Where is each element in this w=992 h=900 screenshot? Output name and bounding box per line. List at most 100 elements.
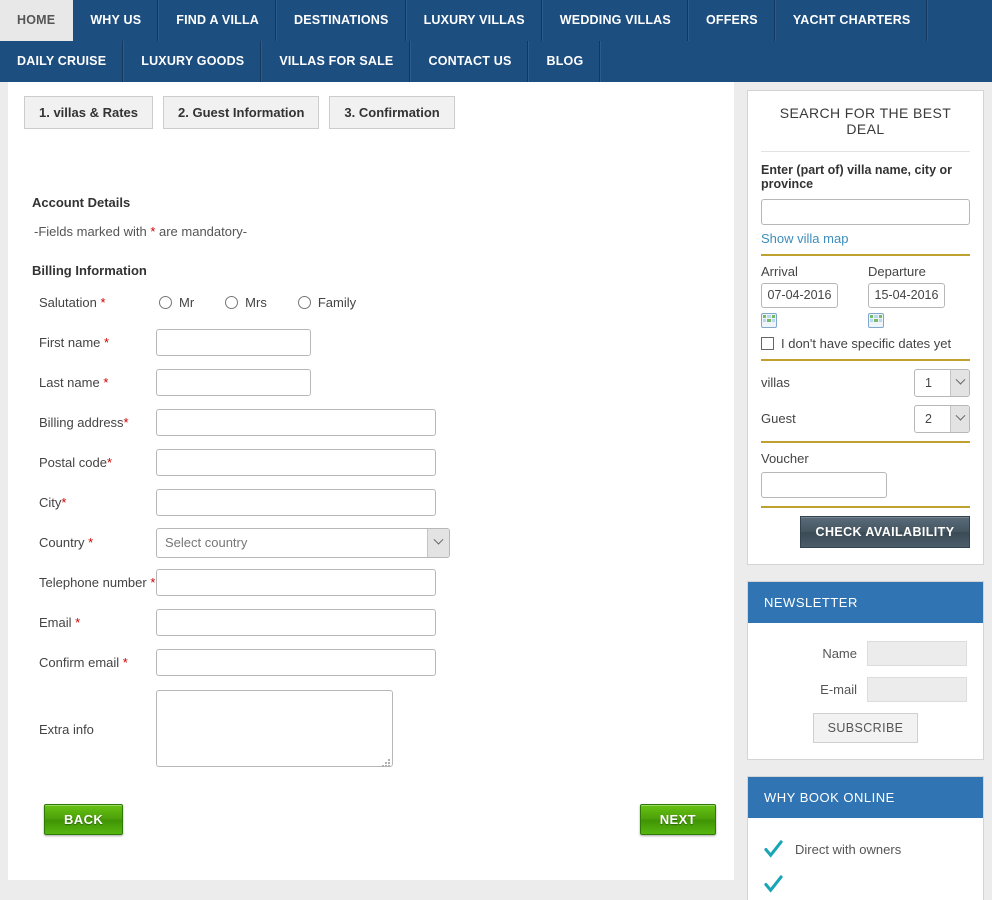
last-name-label: Last name *	[39, 375, 156, 391]
nav-item-luxury-goods[interactable]: LUXURY GOODS	[124, 41, 263, 82]
voucher-label: Voucher	[761, 450, 809, 466]
show-villa-map-link[interactable]: Show villa map	[761, 231, 848, 246]
field-row-last-name: Last name *	[8, 367, 734, 398]
billing-address-input[interactable]	[156, 409, 436, 436]
step-tab-confirmation[interactable]: 3. Confirmation	[329, 96, 455, 129]
field-row-billing-address: Billing address*	[8, 407, 734, 438]
nav-item-daily-cruise[interactable]: DAILY CRUISE	[0, 41, 125, 82]
first-name-label-text: First name	[39, 334, 105, 350]
next-button[interactable]: NEXT	[639, 804, 716, 835]
email-input[interactable]	[156, 609, 436, 636]
list-item: Direct with owners	[764, 840, 967, 859]
why-book-online-panel: WHY BOOK ONLINE Direct with owners	[747, 775, 984, 900]
city-label-text: City	[39, 494, 62, 510]
newsletter-email-label: E-mail	[820, 681, 857, 697]
sidebar: SEARCH FOR THE BEST DEAL Enter (part of)…	[747, 82, 984, 900]
required-asterisk: *	[100, 294, 106, 310]
arrival-calendar-wrapper	[761, 312, 846, 328]
postal-code-input[interactable]	[156, 449, 436, 476]
guest-select[interactable]: 2	[914, 404, 970, 433]
check-availability-button[interactable]: CHECK AVAILABILITY	[800, 515, 970, 548]
radio-label: Mrs	[245, 295, 267, 310]
villa-search-input[interactable]	[761, 198, 970, 225]
salutation-radio-group: Mr Mrs Family	[159, 295, 356, 310]
email-label-text: Email	[39, 614, 76, 630]
no-specific-dates-checkbox[interactable]: I don't have specific dates yet	[761, 336, 970, 351]
step-tab-guest-information[interactable]: 2. Guest Information	[163, 96, 320, 129]
nav-item-why-us[interactable]: WHY US	[73, 0, 160, 41]
step-tab-villas-rates[interactable]: 1. villas & Rates	[24, 96, 153, 129]
country-label-text: Country	[39, 534, 89, 550]
first-name-label: First name *	[39, 335, 156, 351]
nav-item-contact-us[interactable]: CONTACT US	[411, 41, 530, 82]
telephone-input[interactable]	[156, 569, 436, 596]
newsletter-panel: NEWSLETTER Name E-mail SUBSCRIBE	[747, 580, 984, 760]
date-fields: Arrival Departure	[761, 264, 970, 308]
newsletter-email-input[interactable]	[867, 676, 967, 702]
newsletter-name-input[interactable]	[867, 640, 967, 666]
arrival-column: Arrival	[761, 264, 846, 308]
departure-date-input[interactable]	[868, 282, 945, 308]
country-select[interactable]: Select country	[156, 527, 450, 558]
guest-select-value: 2	[925, 411, 932, 426]
nav-item-offers[interactable]: OFFERS	[689, 0, 776, 41]
mandatory-note-post: are mandatory-	[155, 224, 248, 239]
newsletter-name-row: Name	[764, 640, 967, 666]
radio-circle-icon	[225, 296, 239, 309]
radio-salutation-family[interactable]: Family	[297, 295, 357, 310]
last-name-input[interactable]	[156, 369, 311, 396]
city-label: City*	[39, 495, 156, 511]
villa-search-label: Enter (part of) villa name, city or prov…	[761, 163, 953, 192]
field-row-first-name: First name *	[8, 327, 734, 358]
nav-item-destinations[interactable]: DESTINATIONS	[277, 0, 407, 41]
nav-label: WHY US	[90, 13, 142, 27]
calendar-icon[interactable]	[761, 312, 777, 328]
required-asterisk: *	[103, 374, 109, 390]
back-button[interactable]: BACK	[44, 804, 124, 835]
nav-label: DAILY CRUISE	[17, 54, 107, 68]
voucher-input[interactable]	[761, 471, 887, 498]
telephone-label: Telephone number *	[39, 575, 156, 591]
newsletter-email-row: E-mail	[764, 676, 967, 702]
email-label: Email *	[39, 615, 156, 631]
nav-item-luxury-villas[interactable]: LUXURY VILLAS	[407, 0, 543, 41]
radio-salutation-mr[interactable]: Mr	[159, 295, 194, 310]
radio-circle-icon	[159, 296, 172, 309]
confirm-email-input[interactable]	[156, 649, 436, 676]
extra-info-textarea[interactable]	[156, 690, 393, 767]
villas-select[interactable]: 1	[914, 368, 970, 397]
required-asterisk: *	[122, 654, 128, 670]
nav-label: DESTINATIONS	[294, 13, 389, 27]
nav-item-find-a-villa[interactable]: FIND A VILLA	[159, 0, 278, 41]
nav-item-blog[interactable]: BLOG	[529, 41, 602, 82]
field-row-postal-code: Postal code*	[8, 447, 734, 478]
search-card-title: SEARCH FOR THE BEST DEAL	[761, 105, 970, 152]
form-actions: BACK NEXT	[8, 770, 734, 835]
nav-label: FIND A VILLA	[176, 13, 260, 27]
nav-label: LUXURY GOODS	[141, 54, 245, 68]
required-asterisk: *	[106, 454, 112, 470]
list-item	[764, 875, 967, 894]
arrival-label: Arrival	[761, 263, 798, 279]
nav-item-yacht-charters[interactable]: YACHT CHARTERS	[776, 0, 929, 41]
list-item-label: Direct with owners	[795, 841, 902, 857]
required-asterisk: *	[88, 534, 94, 550]
radio-salutation-mrs[interactable]: Mrs	[225, 295, 267, 310]
radio-label: Family	[317, 295, 357, 310]
nav-item-wedding-villas[interactable]: WEDDING VILLAS	[543, 0, 689, 41]
required-asterisk: *	[61, 494, 67, 510]
required-asterisk: *	[104, 334, 110, 350]
arrival-date-input[interactable]	[761, 282, 838, 308]
nav-label: CONTACT US	[428, 54, 512, 68]
field-row-salutation: Salutation * Mr Mrs Family	[8, 287, 734, 318]
checkbox-icon	[761, 336, 774, 350]
subscribe-button[interactable]: SUBSCRIBE	[812, 712, 919, 743]
nav-item-villas-for-sale[interactable]: VILLAS FOR SALE	[262, 41, 412, 82]
first-name-input[interactable]	[156, 329, 311, 356]
chevron-down-icon	[950, 369, 969, 396]
nav-item-home[interactable]: HOME	[0, 0, 74, 41]
calendar-icon[interactable]	[868, 312, 884, 328]
city-input[interactable]	[156, 489, 436, 516]
check-icon	[764, 875, 783, 893]
billing-address-label-text: Billing address	[39, 414, 124, 430]
